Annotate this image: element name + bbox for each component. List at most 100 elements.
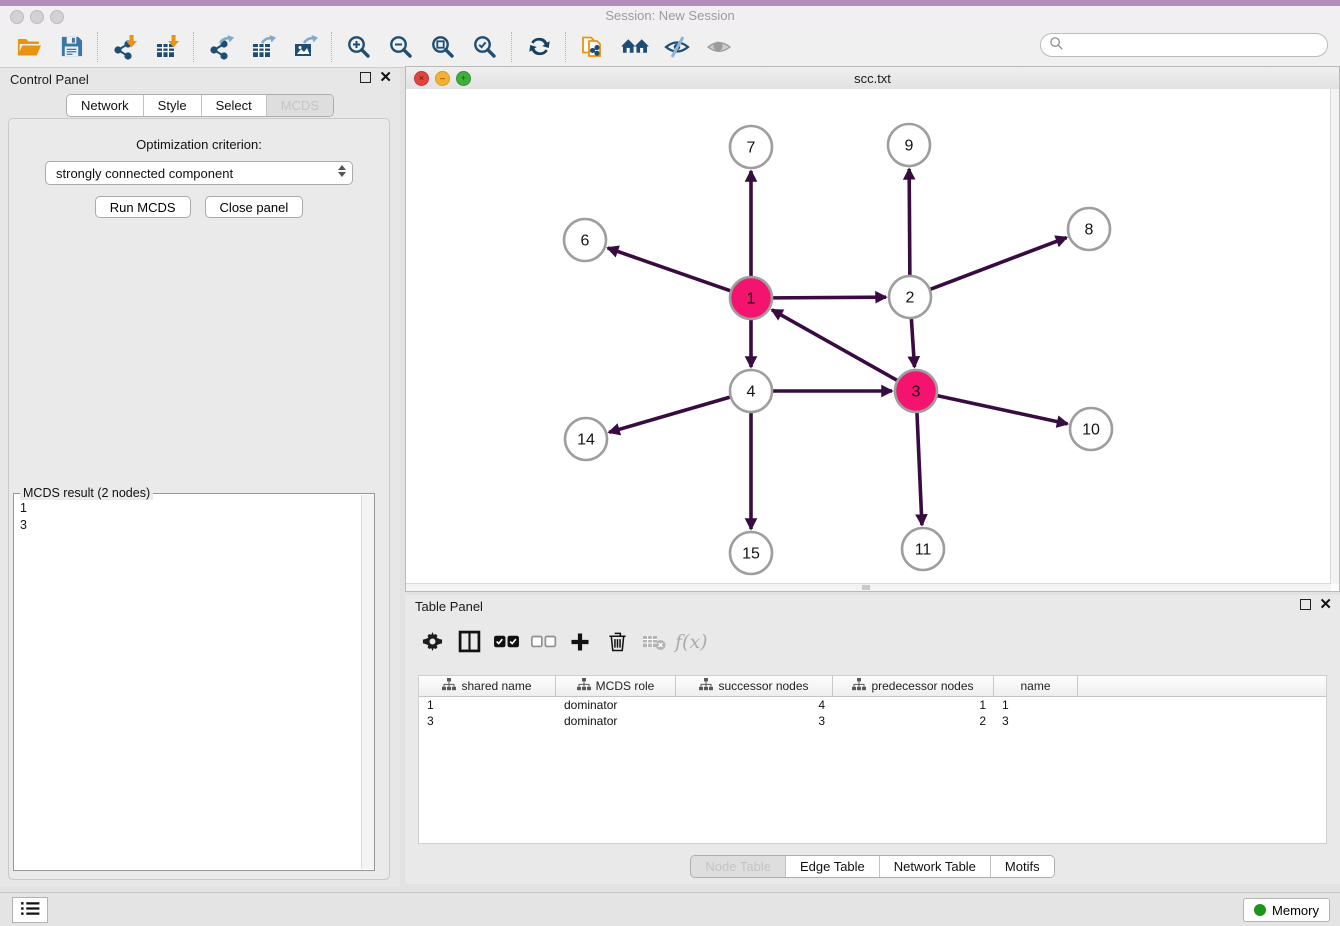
table-cell[interactable]: 2 [833, 714, 994, 728]
tab-style[interactable]: Style [144, 95, 202, 116]
table-cell[interactable]: 3 [994, 714, 1078, 728]
table-cell[interactable]: dominator [556, 698, 676, 712]
zoom-in-button[interactable] [338, 28, 380, 66]
zoom-out-button[interactable] [380, 28, 422, 66]
svg-text:3: 3 [912, 384, 921, 401]
table-cell[interactable]: 1 [419, 698, 556, 712]
close-panel-icon[interactable]: ✕ [379, 72, 392, 83]
add-button[interactable] [565, 627, 595, 659]
show-hide-style-button[interactable] [656, 28, 698, 66]
graph-node-8[interactable]: 8 [1068, 208, 1110, 250]
graph-edges[interactable] [608, 169, 1068, 529]
export-network-button[interactable] [200, 28, 242, 66]
zoom-fit-button[interactable] [422, 28, 464, 66]
tab-node-table[interactable]: Node Table [691, 856, 786, 877]
tab-network-table[interactable]: Network Table [880, 856, 991, 877]
export-table-icon [250, 34, 276, 60]
application-window: Session: New Session Control Panel ✕ Net… [0, 0, 1340, 926]
optimization-criterion-dropdown[interactable]: strongly connected component [45, 161, 353, 185]
edge-1-2[interactable] [772, 297, 886, 298]
svg-text:7: 7 [747, 140, 756, 157]
export-image-button[interactable] [284, 28, 326, 66]
float-panel-icon[interactable] [360, 72, 371, 83]
search-input[interactable] [1068, 37, 1327, 53]
edge-1-6[interactable] [608, 248, 732, 291]
delete-button[interactable] [602, 627, 632, 659]
column-header-shared-name[interactable]: shared name [419, 676, 556, 696]
tab-select[interactable]: Select [202, 95, 267, 116]
graph-node-10[interactable]: 10 [1070, 408, 1112, 450]
scrollbar-thumb[interactable] [862, 585, 870, 590]
select-all-button[interactable] [491, 627, 521, 659]
edge-2-8[interactable] [930, 238, 1067, 290]
task-history-button[interactable] [12, 897, 48, 923]
svg-text:15: 15 [742, 546, 760, 563]
graph-node-15[interactable]: 15 [730, 532, 772, 574]
graph-node-7[interactable]: 7 [730, 126, 772, 168]
save-session-button[interactable] [50, 28, 92, 66]
status-bar: Memory [0, 892, 1340, 926]
open-session-button[interactable] [8, 28, 50, 66]
table-cell[interactable]: 3 [676, 714, 833, 728]
graph-node-1[interactable]: 1 [730, 277, 772, 319]
table-cell[interactable]: 1 [833, 698, 994, 712]
gear-button[interactable] [417, 627, 447, 659]
edge-3-1[interactable] [772, 310, 898, 381]
graph-node-9[interactable]: 9 [888, 124, 930, 166]
network-canvas[interactable]: 7 9 6 8 1 2 4 3 14 10 15 11 [406, 89, 1331, 584]
run-mcds-button[interactable]: Run MCDS [95, 196, 191, 218]
import-table-icon [154, 34, 180, 60]
deselect-all-button[interactable] [528, 627, 558, 659]
export-table-button[interactable] [242, 28, 284, 66]
refresh-icon [527, 34, 552, 59]
result-scrollbar[interactable] [361, 495, 374, 869]
graph-node-2[interactable]: 2 [889, 276, 931, 318]
column-header-successor-nodes[interactable]: successor nodes [676, 676, 833, 696]
float-table-panel-icon[interactable] [1300, 599, 1311, 610]
close-table-panel-icon[interactable]: ✕ [1319, 599, 1332, 610]
close-panel-button[interactable]: Close panel [205, 196, 304, 218]
table-row[interactable]: 3dominator323 [419, 713, 1326, 729]
table-row[interactable]: 1dominator411 [419, 697, 1326, 713]
table-cell[interactable]: 3 [419, 714, 556, 728]
birds-eye-icon [706, 34, 732, 60]
edge-3-10[interactable] [937, 395, 1068, 423]
tab-motifs[interactable]: Motifs [991, 856, 1054, 877]
network-horizontal-scrollbar[interactable] [406, 583, 1331, 591]
tab-mcds[interactable]: MCDS [267, 95, 333, 116]
refresh-button[interactable] [518, 28, 560, 66]
graph-node-11[interactable]: 11 [902, 528, 944, 570]
column-header-predecessor-nodes[interactable]: predecessor nodes [833, 676, 994, 696]
column-layout-button[interactable] [454, 627, 484, 659]
toolbar-separator [565, 32, 567, 62]
tab-network[interactable]: Network [67, 95, 144, 116]
table-cell[interactable]: 1 [994, 698, 1078, 712]
graph-node-6[interactable]: 6 [564, 219, 606, 261]
graph-node-14[interactable]: 14 [565, 418, 607, 460]
import-network-button[interactable] [104, 28, 146, 66]
network-from-file-button[interactable] [572, 28, 614, 66]
zoom-selected-button[interactable] [464, 28, 506, 66]
edge-2-3[interactable] [911, 318, 914, 367]
mcds-result-list[interactable]: 13 [14, 498, 361, 870]
column-header-name[interactable]: name [994, 676, 1078, 696]
graph-node-4[interactable]: 4 [730, 370, 772, 412]
search-field[interactable] [1040, 33, 1328, 57]
table-cell[interactable]: dominator [556, 714, 676, 728]
import-table-button[interactable] [146, 28, 188, 66]
tab-edge-table[interactable]: Edge Table [786, 856, 880, 877]
memory-button[interactable]: Memory [1243, 898, 1330, 922]
edge-3-11[interactable] [917, 412, 922, 525]
table-panel-header: Table Panel ✕ [405, 595, 1340, 619]
edge-2-9[interactable] [909, 169, 910, 276]
delete-table-icon [642, 633, 666, 654]
graph-node-3[interactable]: 3 [895, 370, 937, 412]
table-cell[interactable]: 4 [676, 698, 833, 712]
memory-status-icon [1254, 904, 1266, 916]
svg-text:2: 2 [906, 290, 915, 307]
edge-4-14[interactable] [609, 397, 731, 432]
network-vertical-scrollbar[interactable] [1330, 89, 1339, 584]
column-header-MCDS-role[interactable]: MCDS role [556, 676, 676, 696]
home-button[interactable] [614, 28, 656, 66]
result-line: 1 [20, 500, 355, 517]
